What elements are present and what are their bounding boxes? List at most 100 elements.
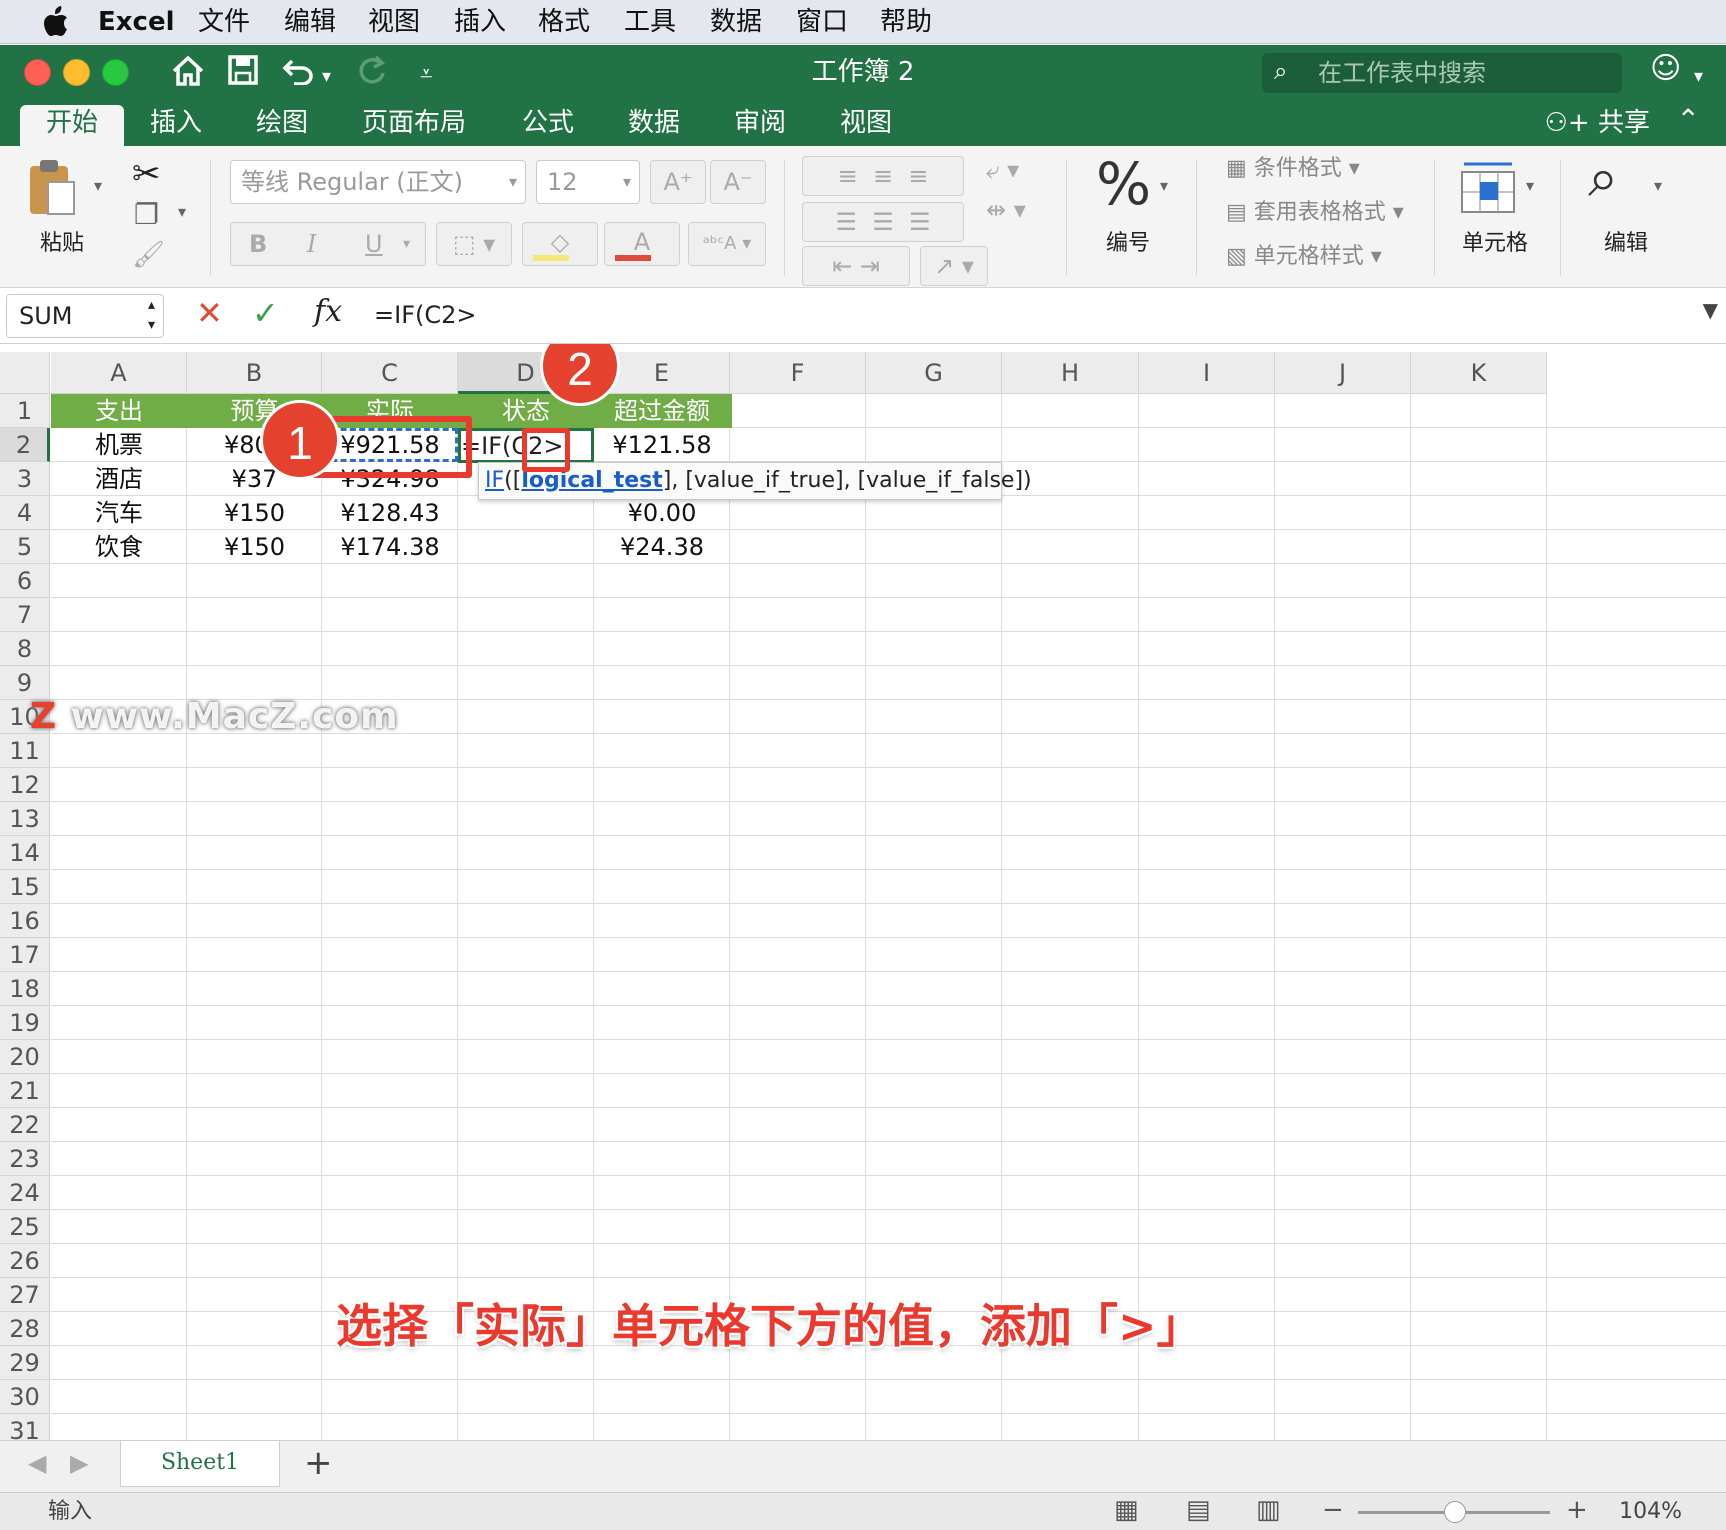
cells-dropdown-icon[interactable]: ▾ — [1526, 176, 1534, 195]
page-layout-view-icon[interactable]: ▤ — [1186, 1495, 1211, 1525]
sheet-tab-sheet1[interactable]: Sheet1 — [120, 1441, 280, 1487]
table-cell[interactable]: ¥0.00 — [594, 496, 730, 530]
cancel-entry-icon[interactable]: ✕ — [196, 294, 223, 332]
tab-home[interactable]: 开始 — [20, 105, 125, 146]
borders-icon[interactable]: ⬚ ▾ — [436, 222, 512, 266]
tab-formulas[interactable]: 公式 — [496, 105, 600, 146]
table-cell[interactable]: ¥150 — [187, 496, 322, 530]
column-header-b[interactable]: B — [187, 352, 322, 394]
add-sheet-button[interactable]: + — [304, 1443, 333, 1483]
number-format-dropdown-icon[interactable]: ▾ — [1160, 176, 1168, 195]
table-cell[interactable]: ¥150 — [187, 530, 322, 564]
column-header-i[interactable]: I — [1139, 352, 1275, 394]
copy-dropdown-icon[interactable]: ▾ — [178, 202, 186, 221]
edit-dropdown-icon[interactable]: ▾ — [1654, 176, 1662, 195]
tab-page-layout[interactable]: 页面布局 — [336, 105, 492, 146]
font-size-select[interactable]: 12 ▾ — [536, 160, 640, 204]
row-header-12[interactable]: 12 — [0, 768, 50, 802]
row-header-18[interactable]: 18 — [0, 972, 50, 1006]
zoom-level[interactable]: 104% — [1619, 1497, 1682, 1527]
row-header-22[interactable]: 22 — [0, 1108, 50, 1142]
feedback-smiley-icon[interactable]: ☺ — [1650, 51, 1681, 87]
tab-insert[interactable]: 插入 — [124, 105, 228, 146]
format-painter-icon[interactable]: 🖌 — [132, 240, 165, 270]
next-sheet-icon[interactable]: ▶ — [70, 1449, 88, 1477]
table-header-cell[interactable]: 支出 — [51, 394, 187, 428]
column-header-h[interactable]: H — [1002, 352, 1139, 394]
column-header-c[interactable]: C — [322, 352, 458, 394]
menu-file[interactable]: 文件 — [198, 4, 250, 40]
orientation-icon[interactable]: ↗ ▾ — [920, 246, 988, 286]
row-header-29[interactable]: 29 — [0, 1346, 50, 1380]
row-header-26[interactable]: 26 — [0, 1244, 50, 1278]
table-cell[interactable]: ¥24.38 — [594, 530, 730, 564]
increase-font-size-icon[interactable]: A⁺ — [650, 160, 706, 204]
formula-input[interactable]: =IF(C2> — [374, 296, 477, 334]
row-header-30[interactable]: 30 — [0, 1380, 50, 1414]
row-header-1[interactable]: 1 — [0, 394, 50, 428]
row-header-3[interactable]: 3 — [0, 462, 50, 496]
zoom-slider-thumb[interactable] — [1444, 1501, 1466, 1523]
tab-draw[interactable]: 绘图 — [230, 105, 334, 146]
wrap-text-icon[interactable]: ⤶ ▾ — [986, 156, 1019, 184]
row-header-2[interactable]: 2 — [0, 428, 50, 462]
tab-review[interactable]: 审阅 — [708, 105, 812, 146]
zoom-out-button[interactable]: − — [1322, 1495, 1344, 1525]
select-all-corner[interactable] — [0, 352, 50, 394]
menu-data[interactable]: 数据 — [710, 4, 762, 40]
table-cell[interactable]: ¥128.43 — [322, 496, 458, 530]
cut-icon[interactable]: ✂ — [132, 154, 161, 194]
column-header-f[interactable]: F — [730, 352, 866, 394]
expand-formula-icon[interactable]: ▼ — [1703, 298, 1718, 322]
bold-icon[interactable]: B — [249, 223, 267, 265]
page-break-view-icon[interactable]: ▥ — [1256, 1495, 1281, 1525]
row-header-31[interactable]: 31 — [0, 1414, 50, 1440]
column-header-a[interactable]: A — [51, 352, 187, 394]
worksheet-grid[interactable]: ABCDEFGHIJK 1 2 3 4 5 6 7 8 9 10 11 12 13 14 15 16 17 18 1… — [0, 344, 1726, 1440]
column-header-j[interactable]: J — [1275, 352, 1411, 394]
font-color-icon[interactable]: A — [604, 222, 680, 266]
row-header-5[interactable]: 5 — [0, 530, 50, 564]
row-header-19[interactable]: 19 — [0, 1006, 50, 1040]
fill-color-icon[interactable]: ◇ — [522, 222, 598, 266]
format-as-table-button[interactable]: ▤ 套用表格格式 ▾ — [1226, 198, 1404, 228]
table-cell[interactable]: 机票 — [51, 428, 187, 462]
confirm-entry-icon[interactable]: ✓ — [252, 294, 279, 332]
feedback-dropdown-icon[interactable]: ▾ — [1694, 59, 1703, 95]
decrease-font-size-icon[interactable]: A⁻ — [710, 160, 766, 204]
font-name-select[interactable]: 等线 Regular (正文) ▾ — [230, 160, 526, 204]
tab-view[interactable]: 视图 — [814, 105, 918, 146]
menu-view[interactable]: 视图 — [368, 4, 420, 40]
menu-window[interactable]: 窗口 — [796, 4, 848, 40]
menu-tools[interactable]: 工具 — [624, 4, 676, 40]
row-header-8[interactable]: 8 — [0, 632, 50, 666]
paste-icon[interactable] — [26, 158, 78, 218]
row-header-7[interactable]: 7 — [0, 598, 50, 632]
table-header-cell[interactable]: 超过金额 — [594, 394, 730, 428]
underline-icon[interactable]: U — [365, 223, 383, 265]
sheet-search-field[interactable]: ⌕ 在工作表中搜索 — [1262, 53, 1622, 93]
copy-icon[interactable]: ❐ — [134, 198, 159, 231]
normal-view-icon[interactable]: ▦ — [1114, 1495, 1139, 1525]
italic-icon[interactable]: I — [307, 223, 316, 265]
menu-format[interactable]: 格式 — [538, 4, 590, 40]
row-header-16[interactable]: 16 — [0, 904, 50, 938]
merge-center-icon[interactable]: ⇹ ▾ — [986, 196, 1026, 224]
horizontal-align-group[interactable]: ☰ ☰ ☰ — [802, 202, 964, 242]
menu-edit[interactable]: 编辑 — [284, 4, 336, 40]
indent-group[interactable]: ⇤ ⇥ — [802, 246, 910, 286]
apple-logo-icon[interactable] — [40, 6, 70, 38]
row-header-15[interactable]: 15 — [0, 870, 50, 904]
tooltip-function-link[interactable]: IF — [485, 468, 504, 493]
column-header-g[interactable]: G — [866, 352, 1002, 394]
zoom-in-button[interactable]: + — [1566, 1495, 1588, 1525]
percent-format-icon[interactable]: % — [1096, 150, 1151, 218]
row-header-6[interactable]: 6 — [0, 564, 50, 598]
collapse-ribbon-icon[interactable]: ⌃ — [1677, 103, 1700, 136]
table-cell[interactable]: 汽车 — [51, 496, 187, 530]
row-header-28[interactable]: 28 — [0, 1312, 50, 1346]
prev-sheet-icon[interactable]: ◀ — [28, 1449, 46, 1477]
underline-dropdown-icon[interactable]: ▾ — [403, 223, 410, 265]
cells-icon[interactable] — [1460, 160, 1516, 214]
menu-insert[interactable]: 插入 — [454, 4, 506, 40]
